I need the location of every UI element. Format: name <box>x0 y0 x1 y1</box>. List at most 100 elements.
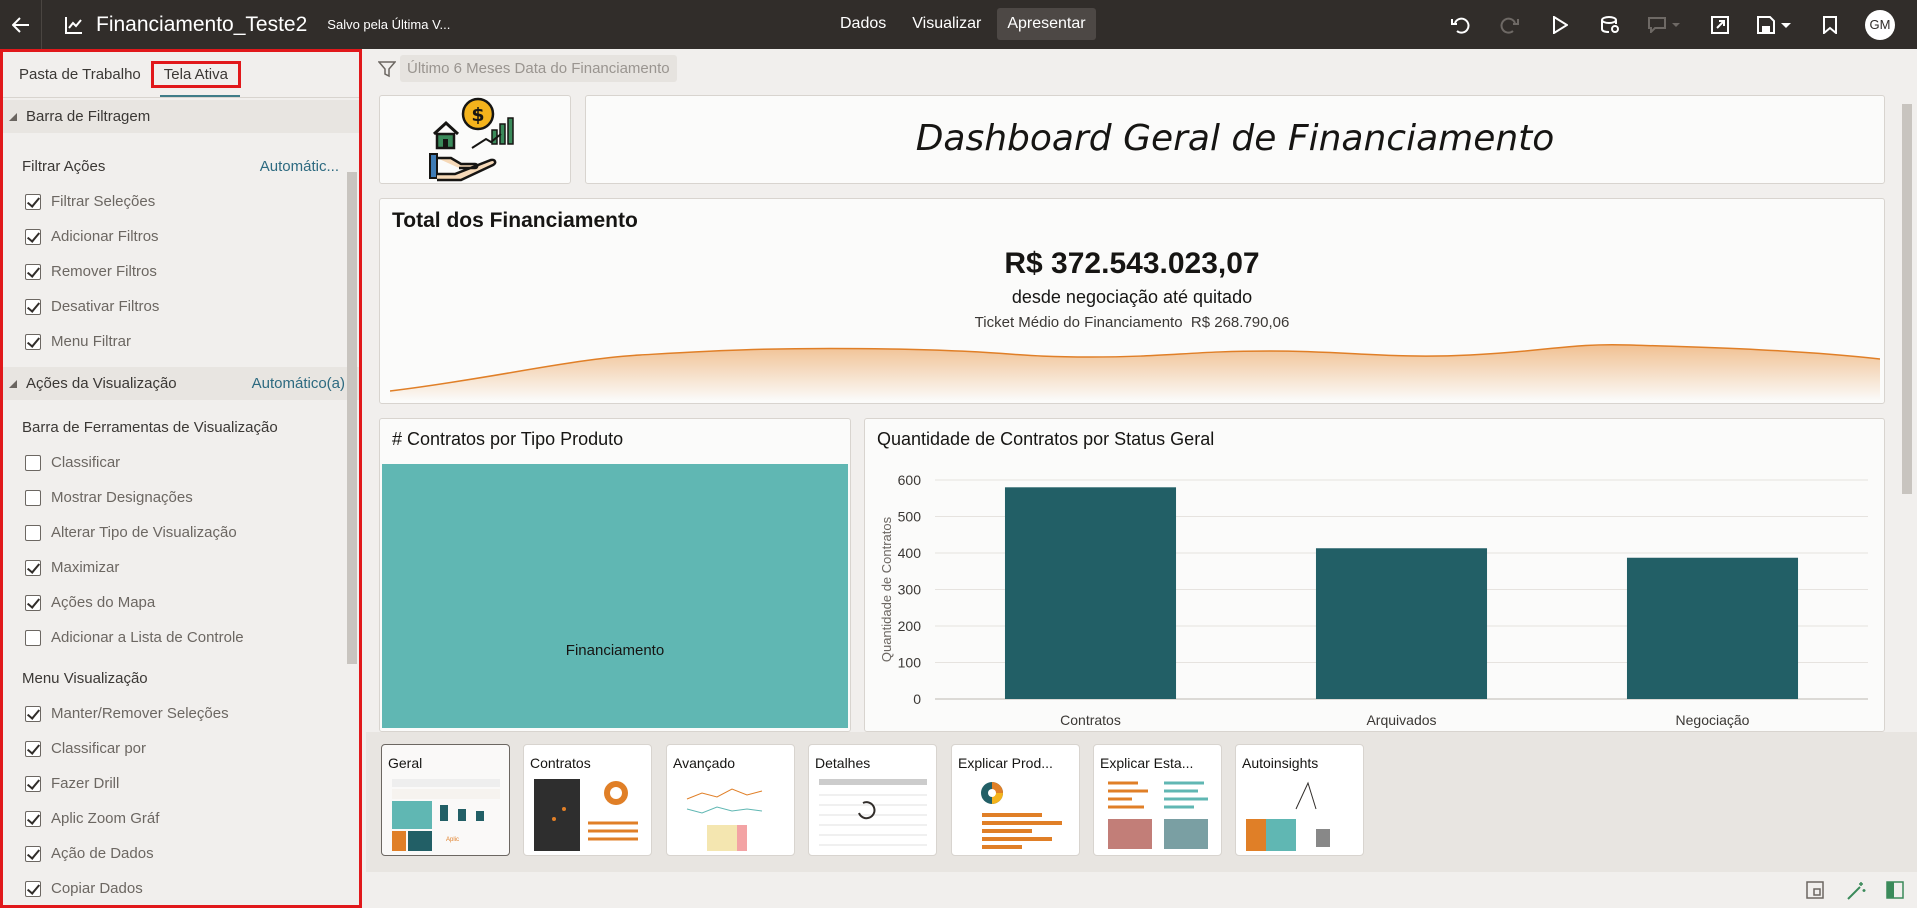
canvas-tab-explicar-esta[interactable]: Explicar Esta... <box>1093 744 1222 856</box>
canvas-preview <box>534 779 638 851</box>
checkbox[interactable] <box>25 524 41 541</box>
svg-text:$: $ <box>471 104 484 126</box>
kpi-value: R$ 372.543.023,07 <box>1004 247 1260 280</box>
canvas-tab-geral[interactable]: Geral Aplic <box>381 744 510 856</box>
back-button[interactable] <box>0 0 42 49</box>
ticket-medio: Ticket Médio do Financiamento R$ 268.790… <box>380 314 1884 331</box>
undo-button[interactable] <box>1435 0 1485 49</box>
checkbox-item[interactable]: Menu Filtrar <box>3 324 359 359</box>
canvas-tab-avancado[interactable]: Avançado <box>666 744 795 856</box>
tab-pasta-de-trabalho[interactable]: Pasta de Trabalho <box>17 62 143 87</box>
tab-tela-ativa[interactable]: Tela Ativa <box>150 61 241 88</box>
checkbox-item[interactable]: Manter/Remover Seleções <box>3 696 359 731</box>
checkbox-item[interactable]: Adicionar Filtros <box>3 219 359 254</box>
treemap-tile[interactable]: Financiamento <box>382 464 848 728</box>
checkbox[interactable] <box>25 629 41 646</box>
checkbox-item[interactable]: Adicionar a Lista de Controle <box>3 620 359 655</box>
scrollbar-thumb[interactable] <box>347 172 357 664</box>
checkbox-item[interactable]: Desativar Filtros <box>3 289 359 324</box>
checkbox[interactable] <box>25 594 41 611</box>
kpi-subtitle: desde negociação até quitado <box>1011 287 1253 307</box>
checkbox[interactable] <box>25 845 41 862</box>
collapse-icon <box>9 112 17 121</box>
tab-dados[interactable]: Dados <box>830 8 896 40</box>
checkbox-item[interactable]: Ações do Mapa <box>3 585 359 620</box>
section-barra-de-filtragem[interactable]: Barra de Filtragem <box>3 100 359 133</box>
checkbox[interactable] <box>25 559 41 576</box>
checkbox[interactable] <box>25 775 41 792</box>
filter-bar: Último 6 Meses Data do Financiamento <box>378 55 677 82</box>
canvas-tab-label: Avançado <box>673 755 736 771</box>
checkbox-item[interactable]: Classificar por <box>3 731 359 766</box>
magic-wand-icon[interactable] <box>1846 881 1866 901</box>
x-tick-label: Contratos <box>1060 712 1121 728</box>
tab-apresentar[interactable]: Apresentar <box>997 8 1096 40</box>
checkbox-label: Classificar <box>51 454 121 471</box>
filter-icon[interactable] <box>378 60 396 78</box>
checkbox-item[interactable]: Copiar Dados <box>3 871 359 906</box>
checkbox-item[interactable]: Remover Filtros <box>3 254 359 289</box>
database-refresh-icon <box>1601 15 1619 33</box>
y-tick-label: 500 <box>898 509 922 525</box>
checkbox[interactable] <box>25 228 41 245</box>
checkbox[interactable] <box>25 263 41 280</box>
filter-pill[interactable]: Último 6 Meses Data do Financiamento <box>400 55 677 82</box>
checkbox-label: Manter/Remover Seleções <box>51 705 229 722</box>
panel-scrollbar[interactable] <box>347 112 357 902</box>
checkbox[interactable] <box>25 489 41 506</box>
canvas-tab-explicar-prod[interactable]: Explicar Prod... <box>951 744 1080 856</box>
checkbox[interactable] <box>25 705 41 722</box>
viz-actions-mode-link[interactable]: Automático(a) <box>252 375 345 392</box>
checkbox-item[interactable]: Alterar Tipo de Visualização <box>3 515 359 550</box>
checkbox-item[interactable]: Fazer Drill <box>3 766 359 801</box>
filter-actions-mode-link[interactable]: Automátic... <box>260 158 339 175</box>
checkbox[interactable] <box>25 193 41 210</box>
canvas-tab-autoinsights[interactable]: Autoinsights <box>1235 744 1364 856</box>
page-settings-icon[interactable] <box>1806 881 1824 899</box>
canvas-tab-detalhes[interactable]: Detalhes <box>808 744 937 856</box>
checkbox[interactable] <box>25 880 41 897</box>
play-button[interactable] <box>1535 0 1585 49</box>
treemap-card[interactable]: # Contratos por Tipo Produto Financiamen… <box>379 418 851 732</box>
bar[interactable] <box>1004 487 1177 699</box>
checkbox[interactable] <box>25 454 41 471</box>
section-acoes-da-visualizacao[interactable]: Ações da Visualização Automático(a) <box>3 367 359 400</box>
saved-status: Salvo pela Última V... <box>327 17 451 32</box>
avatar[interactable]: GM <box>1865 9 1895 40</box>
comments-button[interactable] <box>1635 0 1695 49</box>
bookmark-button[interactable] <box>1805 0 1855 49</box>
bar[interactable] <box>1315 548 1488 699</box>
checkbox-item[interactable]: Classificar <box>3 445 359 480</box>
bar[interactable] <box>1626 557 1799 699</box>
panel-toggle-icon[interactable] <box>1886 881 1904 899</box>
checkbox-label: Classificar por <box>51 740 147 757</box>
export-button[interactable] <box>1695 0 1745 49</box>
data-refresh-button[interactable] <box>1585 0 1635 49</box>
tab-visualizar[interactable]: Visualizar <box>902 8 991 40</box>
checkbox-item[interactable]: Aplic Zoom Gráf <box>3 801 359 836</box>
save-button[interactable] <box>1745 0 1805 49</box>
canvas-tab-contratos[interactable]: Contratos <box>523 744 652 856</box>
checkbox[interactable] <box>25 810 41 827</box>
canvas-tab-label: Explicar Prod... <box>958 755 1053 771</box>
active-tab-indicator <box>160 95 240 97</box>
canvas-scrollbar[interactable] <box>1899 92 1913 732</box>
logo-card: $ <box>379 95 571 184</box>
checkbox-item[interactable]: Maximizar <box>3 550 359 585</box>
checkbox-item[interactable]: Filtrar Seleções <box>3 184 359 219</box>
bar-chart-card[interactable]: Quantidade de Contratos por Status Geral… <box>864 418 1885 732</box>
kpi-card[interactable]: Total dos Financiamento R$ 372.543.023,0… <box>379 198 1885 404</box>
checkbox-label: Aplic Zoom Gráf <box>51 810 160 827</box>
redo-button[interactable] <box>1485 0 1535 49</box>
checkbox-label: Ação de Dados <box>51 845 154 862</box>
checkbox-item[interactable]: Mostrar Designações <box>3 480 359 515</box>
checkbox-item[interactable]: Ação de Dados <box>3 836 359 871</box>
scrollbar-thumb[interactable] <box>1902 104 1912 494</box>
canvas-preview <box>981 782 1062 849</box>
checkbox[interactable] <box>25 298 41 315</box>
checkbox-label: Ações do Mapa <box>51 594 156 611</box>
workbook-title[interactable]: Financiamento_Teste2 <box>96 13 307 37</box>
checkbox[interactable] <box>25 740 41 757</box>
checkbox[interactable] <box>25 333 41 350</box>
canvas-preview <box>1108 781 1208 849</box>
